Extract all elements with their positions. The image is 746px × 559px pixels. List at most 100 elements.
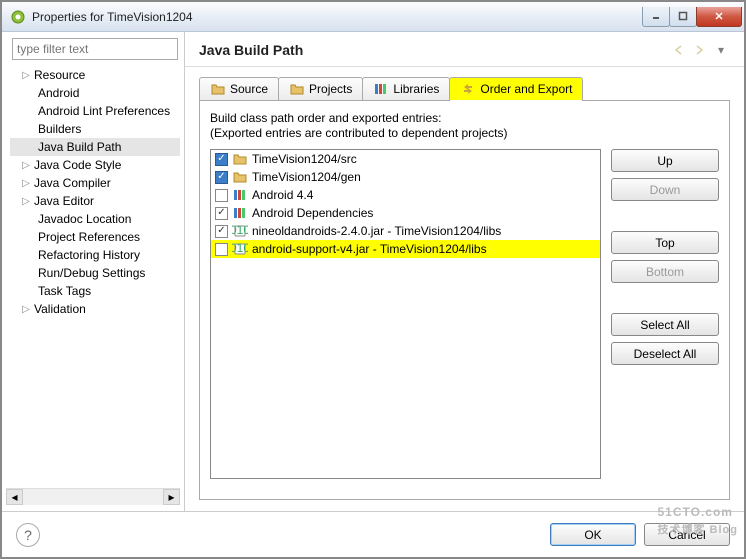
tree-item-validation[interactable]: ▷Validation [10,300,180,318]
tree-item-label: Validation [32,302,86,316]
list-item[interactable]: TimeVision1204/gen [211,168,600,186]
tree-item-java-build-path[interactable]: Java Build Path [10,138,180,156]
property-tree-pane: ▷ResourceAndroidAndroid Lint Preferences… [2,32,185,511]
list-item[interactable]: Android 4.4 [211,186,600,204]
tab-strip: Source Projects Libraries Order and Export [185,67,744,100]
svg-text:010: 010 [232,223,248,237]
tree-item-label: Resource [32,68,85,82]
tree-item-task-tags[interactable]: Task Tags [10,282,180,300]
expand-icon[interactable]: ▷ [20,70,32,81]
bottom-button[interactable]: Bottom [611,260,719,283]
tab-label: Order and Export [480,82,572,96]
help-button[interactable]: ? [16,523,40,547]
tree-item-java-editor[interactable]: ▷Java Editor [10,192,180,210]
jar-icon: 010 [232,223,248,239]
expand-icon[interactable]: ▷ [20,196,32,207]
tree-item-java-code-style[interactable]: ▷Java Code Style [10,156,180,174]
tree-item-javadoc-location[interactable]: Javadoc Location [10,210,180,228]
list-item-label: TimeVision1204/src [252,152,357,166]
minimize-button[interactable] [642,7,670,27]
list-item-label: Android 4.4 [252,188,313,202]
tree-item-builders[interactable]: Builders [10,120,180,138]
scroll-left-icon[interactable]: ◂ [6,489,23,505]
dropdown-icon[interactable]: ▾ [712,42,730,58]
cancel-button[interactable]: Cancel [644,523,730,546]
list-item-label: Android Dependencies [252,206,373,220]
expand-icon[interactable]: ▷ [20,160,32,171]
tree-item-label: Android [36,86,79,100]
svg-text:010: 010 [232,241,248,255]
checkbox[interactable] [215,225,228,238]
tree-item-label: Run/Debug Settings [36,266,145,280]
expand-icon[interactable]: ▷ [20,178,32,189]
property-tree[interactable]: ▷ResourceAndroidAndroid Lint Preferences… [6,66,180,488]
close-button[interactable] [696,7,742,27]
tab-libraries[interactable]: Libraries [362,77,450,100]
deselect-all-button[interactable]: Deselect All [611,342,719,365]
list-item[interactable]: Android Dependencies [211,204,600,222]
dialog-footer: ? OK Cancel [2,511,744,557]
tree-item-label: Project References [36,230,140,244]
tab-label: Source [230,82,268,96]
tree-item-android-lint-preferences[interactable]: Android Lint Preferences [10,102,180,120]
list-item-label: android-support-v4.jar - TimeVision1204/… [252,242,487,256]
app-icon [10,9,26,25]
checkbox[interactable] [215,171,228,184]
tree-item-refactoring-history[interactable]: Refactoring History [10,246,180,264]
tree-item-label: Java Editor [32,194,94,208]
checkbox[interactable] [215,153,228,166]
tab-order-and-export[interactable]: Order and Export [449,77,583,100]
tree-item-resource[interactable]: ▷Resource [10,66,180,84]
list-item[interactable]: 010 nineoldandroids-2.4.0.jar - TimeVisio… [211,222,600,240]
tree-item-label: Java Build Path [36,140,121,154]
forward-icon[interactable] [692,42,710,58]
tab-projects[interactable]: Projects [278,77,363,100]
tree-item-label: Java Compiler [32,176,111,190]
tree-item-label: Builders [36,122,81,136]
list-item-label: nineoldandroids-2.4.0.jar - TimeVision12… [252,224,501,238]
up-button[interactable]: Up [611,149,719,172]
tree-item-label: Refactoring History [36,248,140,262]
tree-item-label: Java Code Style [32,158,121,172]
description-line1: Build class path order and exported entr… [210,111,719,126]
expand-icon[interactable]: ▷ [20,304,32,315]
scroll-right-icon[interactable]: ▸ [163,489,180,505]
tab-source[interactable]: Source [199,77,279,100]
folder-icon [210,81,226,97]
tree-horizontal-scrollbar[interactable]: ◂ ▸ [6,488,180,505]
description-line2: (Exported entries are contributed to dep… [210,126,719,141]
arrows-icon [460,81,476,97]
maximize-button[interactable] [669,7,697,27]
tree-item-project-references[interactable]: Project References [10,228,180,246]
folder-icon [289,81,305,97]
select-all-button[interactable]: Select All [611,313,719,336]
list-item-label: TimeVision1204/gen [252,170,361,184]
tree-item-java-compiler[interactable]: ▷Java Compiler [10,174,180,192]
filter-input[interactable] [12,38,178,60]
checkbox[interactable] [215,243,228,256]
back-icon[interactable] [672,42,690,58]
folder-icon [232,169,248,185]
tab-label: Projects [309,82,352,96]
window-title: Properties for TimeVision1204 [32,10,643,24]
checkbox[interactable] [215,189,228,202]
page-title: Java Build Path [199,42,670,58]
checkbox[interactable] [215,207,228,220]
list-item[interactable]: 010 android-support-v4.jar - TimeVision12… [211,240,600,258]
jar-icon: 010 [232,241,248,257]
folder-icon [232,151,248,167]
tree-item-label: Javadoc Location [36,212,131,226]
books-icon [232,205,248,221]
classpath-list[interactable]: TimeVision1204/src TimeVision1204/gen Andr… [210,149,601,479]
tab-content: Build class path order and exported entr… [199,100,730,500]
tree-item-run-debug-settings[interactable]: Run/Debug Settings [10,264,180,282]
list-item[interactable]: TimeVision1204/src [211,150,600,168]
tab-label: Libraries [393,82,439,96]
top-button[interactable]: Top [611,231,719,254]
tree-item-label: Task Tags [36,284,91,298]
tree-item-label: Android Lint Preferences [36,104,170,118]
books-icon [232,187,248,203]
ok-button[interactable]: OK [550,523,636,546]
tree-item-android[interactable]: Android [10,84,180,102]
down-button[interactable]: Down [611,178,719,201]
